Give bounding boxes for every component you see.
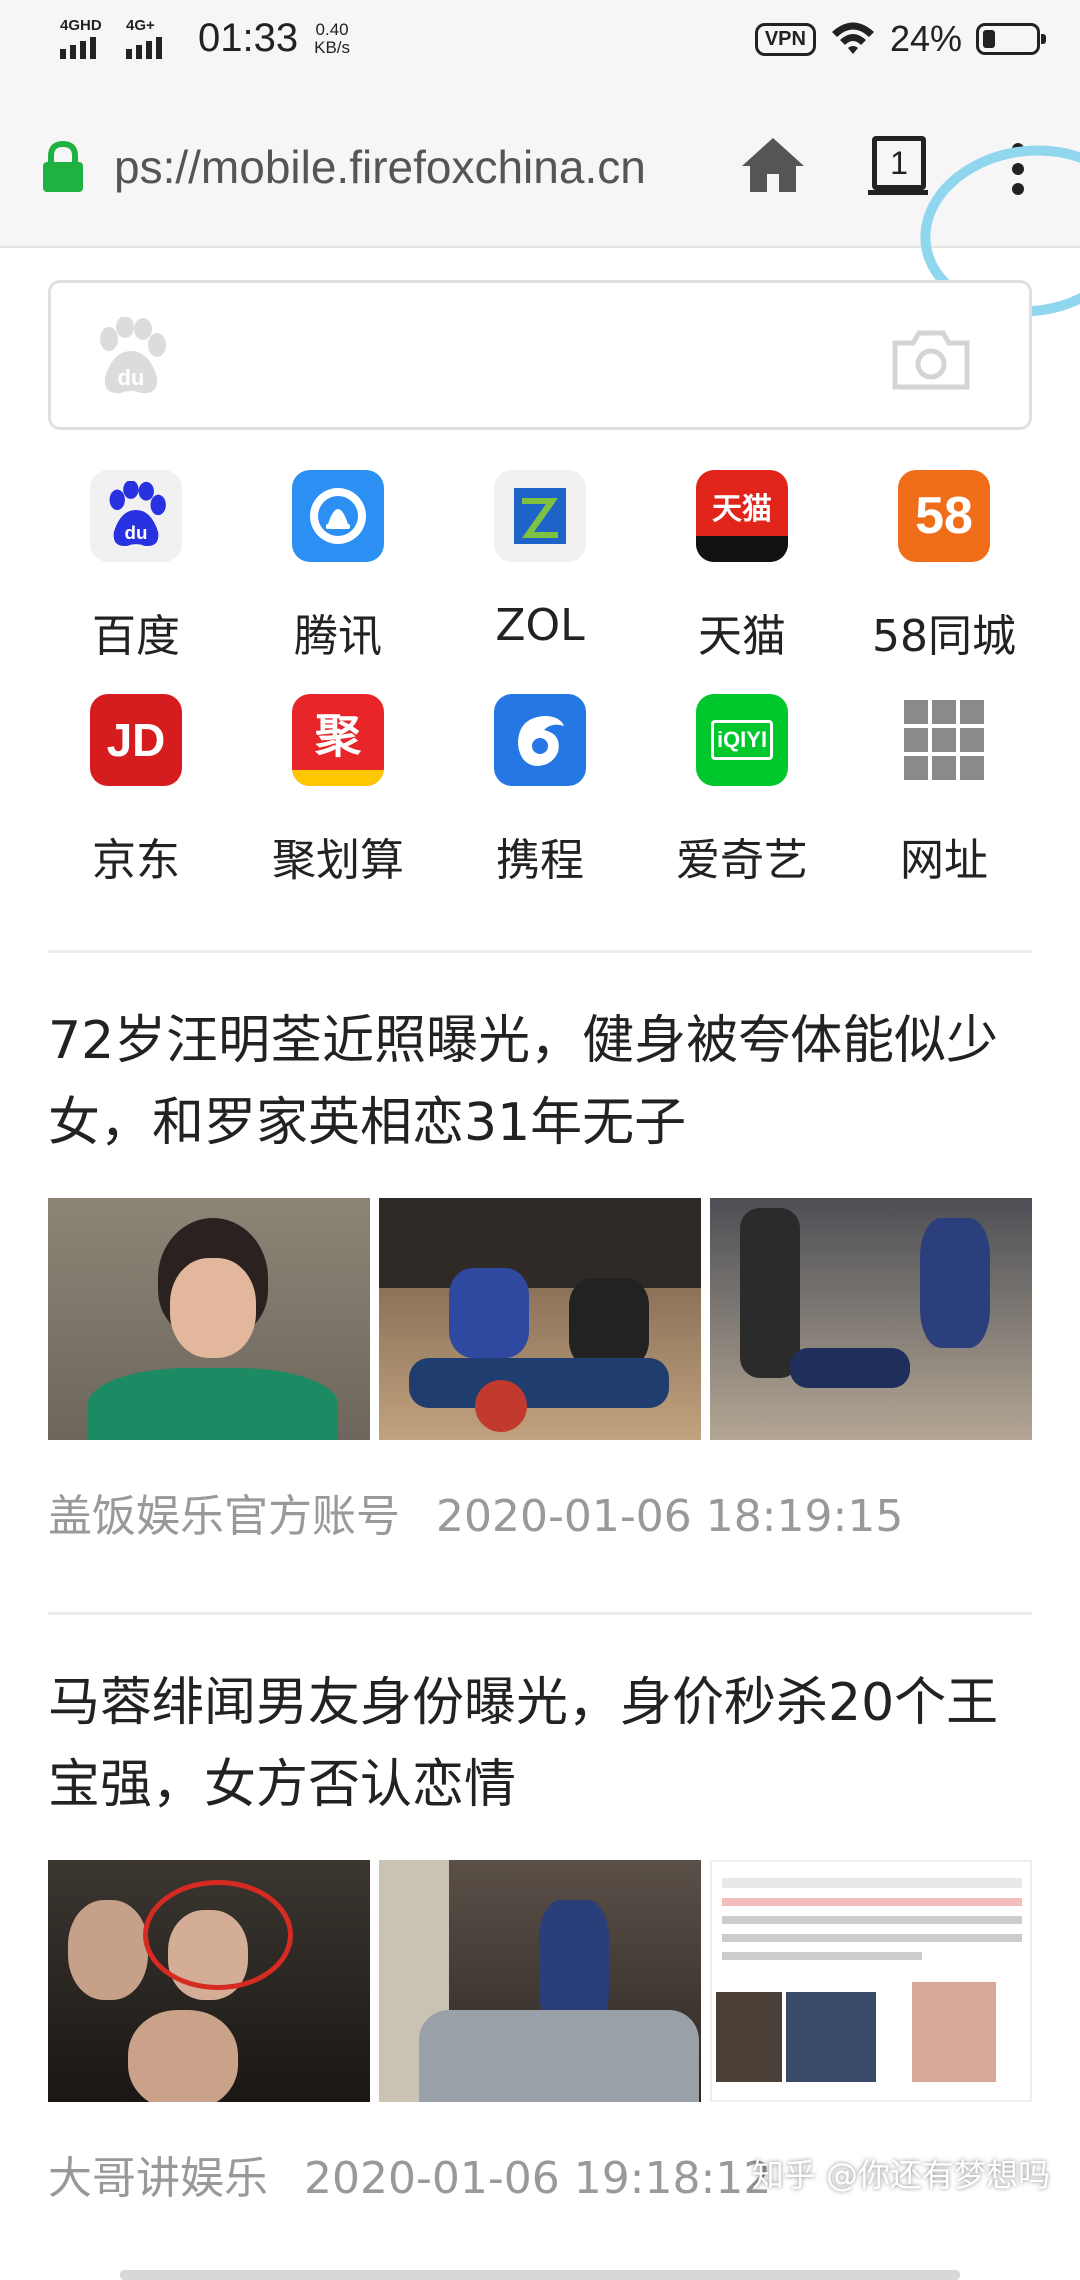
svg-text:du: du xyxy=(118,365,145,390)
tab-edge xyxy=(868,190,928,195)
quick-links-row-1: du 百度 腾讯 ZOL 天猫 天猫 58 58同城 xyxy=(48,470,1032,694)
search-box[interactable]: du xyxy=(48,280,1032,430)
tmall-icon-text: 天猫 xyxy=(712,492,772,527)
jd-icon-text: JD xyxy=(106,714,166,766)
tencent-icon xyxy=(292,470,384,562)
news-image[interactable] xyxy=(48,1860,370,2102)
news-time: 2020-01-06 19:18:12 xyxy=(304,2153,772,2204)
news-time: 2020-01-06 18:19:15 xyxy=(436,1491,904,1542)
battery-percent: 24% xyxy=(889,18,962,59)
zol-icon xyxy=(494,470,586,562)
quick-link-ctrip[interactable]: 携程 xyxy=(452,694,628,918)
baidu-paw-icon: du xyxy=(100,317,166,394)
news-source[interactable]: 盖饭娱乐官方账号 xyxy=(48,1491,400,1542)
news-image[interactable] xyxy=(379,1860,701,2102)
tab-count: 1 xyxy=(872,136,926,190)
quick-link-label: 网址 xyxy=(900,835,988,886)
watermark: 知乎 @你还有梦想吗 xyxy=(751,2156,1050,2194)
juhuasuan-icon: 聚 xyxy=(292,694,384,786)
quick-link-label: 聚划算 xyxy=(272,835,404,886)
status-bar: 4GHD 4G+ 01:33 0.40 KB/s VPN 24% xyxy=(0,0,1080,84)
news-meta: 盖饭娱乐官方账号 2020-01-06 18:19:15 xyxy=(48,1480,1032,1544)
quick-link-label: 腾讯 xyxy=(294,611,382,662)
news-image[interactable] xyxy=(710,1198,1032,1440)
camera-icon[interactable] xyxy=(891,327,971,391)
news-images xyxy=(48,1198,1032,1440)
quick-link-tencent[interactable]: 腾讯 xyxy=(250,470,426,694)
juhuasuan-stripe xyxy=(292,770,384,786)
url-bar: ps://mobile.firefoxchina.cn 1 xyxy=(0,84,1080,331)
tab-counter-button[interactable]: 1 xyxy=(868,132,932,196)
vpn-badge: VPN xyxy=(754,22,816,56)
quick-link-baidu[interactable]: du 百度 xyxy=(48,470,224,694)
signal-icon-1: 4GHD xyxy=(58,17,110,61)
overflow-menu-icon[interactable] xyxy=(1000,140,1036,200)
home-icon[interactable] xyxy=(740,134,806,196)
quick-link-label: 天猫 xyxy=(698,611,786,662)
quick-link-jd[interactable]: JD 京东 xyxy=(48,694,224,918)
network-type-2: 4G+ xyxy=(126,16,155,34)
juhuasuan-icon-text: 聚 xyxy=(315,709,361,763)
battery-level xyxy=(983,30,995,48)
news-image[interactable] xyxy=(48,1198,370,1440)
tmall-icon: 天猫 xyxy=(696,470,788,562)
iqiyi-icon: iQIYI xyxy=(696,694,788,786)
quick-link-juhuasuan[interactable]: 聚 聚划算 xyxy=(250,694,426,918)
lock-icon[interactable] xyxy=(40,140,86,194)
baidu-icon: du xyxy=(90,470,182,562)
news-item[interactable]: 马蓉绯闻男友身份曝光，身价秒杀20个王宝强，女方否认恋情 大哥讲娱乐 2020-0… xyxy=(48,1662,1032,2206)
news-title[interactable]: 马蓉绯闻男友身份曝光，身价秒杀20个王宝强，女方否认恋情 xyxy=(48,1662,1032,1826)
quick-link-label: ZOL xyxy=(495,600,585,651)
quick-link-label: 58同城 xyxy=(872,611,1016,662)
wifi-icon xyxy=(831,22,874,54)
ctrip-icon xyxy=(494,694,586,786)
quick-link-iqiyi[interactable]: iQIYI 爱奇艺 xyxy=(654,694,830,918)
quick-link-label: 百度 xyxy=(92,611,180,662)
news-image[interactable] xyxy=(379,1198,701,1440)
grid-icon xyxy=(898,694,990,786)
section-divider xyxy=(48,950,1032,953)
quick-link-urls[interactable]: 网址 xyxy=(856,694,1032,918)
news-source[interactable]: 大哥讲娱乐 xyxy=(48,2153,268,2204)
news-images xyxy=(48,1860,1032,2102)
signal-icon-2: 4G+ xyxy=(124,17,176,61)
news-item[interactable]: 72岁汪明荃近照曝光，健身被夸体能似少女，和罗家英相恋31年无子 盖饭娱乐官方账… xyxy=(48,1000,1032,1544)
section-divider xyxy=(48,1612,1032,1615)
speed-unit: KB/s xyxy=(314,37,351,57)
status-left: 4GHD 4G+ 01:33 0.40 KB/s xyxy=(58,16,350,61)
58-icon: 58 xyxy=(898,470,990,562)
network-speed: 0.40 KB/s xyxy=(314,19,351,57)
quick-link-label: 携程 xyxy=(496,835,584,886)
quick-link-tmall[interactable]: 天猫 天猫 xyxy=(654,470,830,694)
jd-icon: JD xyxy=(90,694,182,786)
58-icon-text: 58 xyxy=(915,487,973,545)
news-image[interactable] xyxy=(710,1860,1032,2102)
status-right: VPN 24% xyxy=(754,18,1046,60)
url-text[interactable]: ps://mobile.firefoxchina.cn xyxy=(114,140,714,194)
tmall-face xyxy=(696,536,788,562)
network-type-1: 4GHD xyxy=(60,16,102,34)
iqiyi-icon-text: iQIYI xyxy=(710,720,774,760)
quick-link-label: 爱奇艺 xyxy=(676,835,808,886)
svg-text:du: du xyxy=(125,522,148,543)
clock: 01:33 xyxy=(198,16,299,60)
quick-links-row-2: JD 京东 聚 聚划算 携程 iQIYI 爱奇艺 网址 xyxy=(48,694,1032,918)
quick-link-label: 京东 xyxy=(92,835,180,886)
speed-value: 0.40 xyxy=(315,19,349,39)
quick-links: du 百度 腾讯 ZOL 天猫 天猫 58 58同城 JD 京东 聚 聚划算 携… xyxy=(48,470,1032,918)
quick-link-58[interactable]: 58 58同城 xyxy=(856,470,1032,694)
next-item-edge xyxy=(120,2270,960,2280)
battery-icon xyxy=(976,23,1046,55)
news-title[interactable]: 72岁汪明荃近照曝光，健身被夸体能似少女，和罗家英相恋31年无子 xyxy=(48,1000,1032,1164)
quick-link-zol[interactable]: ZOL xyxy=(452,470,628,694)
